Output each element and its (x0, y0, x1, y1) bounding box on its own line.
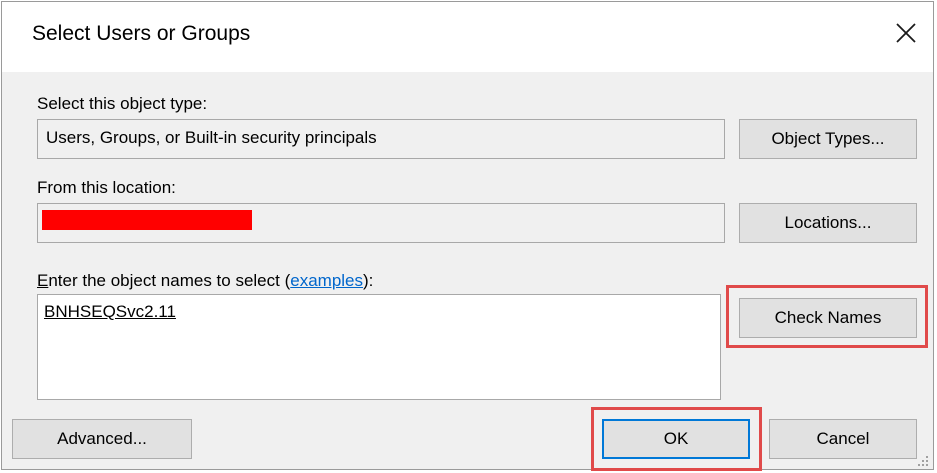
object-name-entry[interactable]: BNHSEQSvc2.11 (44, 302, 176, 322)
advanced-button[interactable]: Advanced... (12, 419, 192, 459)
locations-button[interactable]: Locations... (739, 203, 917, 243)
dialog-title: Select Users or Groups (32, 22, 251, 45)
cancel-button[interactable]: Cancel (769, 419, 917, 459)
object-names-label: Enter the object names to select (exampl… (37, 271, 373, 291)
resize-grip-icon[interactable] (917, 455, 929, 467)
location-label: From this location: (37, 178, 176, 197)
check-names-button[interactable]: Check Names (739, 298, 917, 338)
object-names-label-text: nter the object names to select ( (48, 271, 291, 290)
access-key-letter: E (37, 271, 49, 290)
examples-link[interactable]: examples (290, 271, 363, 290)
select-users-dialog: Select Users or Groups Select this objec… (1, 1, 934, 471)
title-bar: Select Users or Groups (2, 2, 933, 72)
object-type-label: Select this object type: (37, 94, 208, 113)
close-button[interactable] (883, 8, 929, 58)
object-types-button[interactable]: Object Types... (739, 119, 917, 159)
ok-button[interactable]: OK (602, 419, 750, 459)
object-names-input[interactable]: BNHSEQSvc2.11 (37, 294, 721, 400)
object-type-value: Users, Groups, or Built-in security prin… (46, 128, 377, 147)
close-icon (896, 23, 916, 43)
location-field (37, 203, 725, 243)
object-names-label-end: ): (363, 271, 374, 290)
object-type-field: Users, Groups, or Built-in security prin… (37, 119, 725, 159)
redaction-bar (42, 210, 252, 230)
